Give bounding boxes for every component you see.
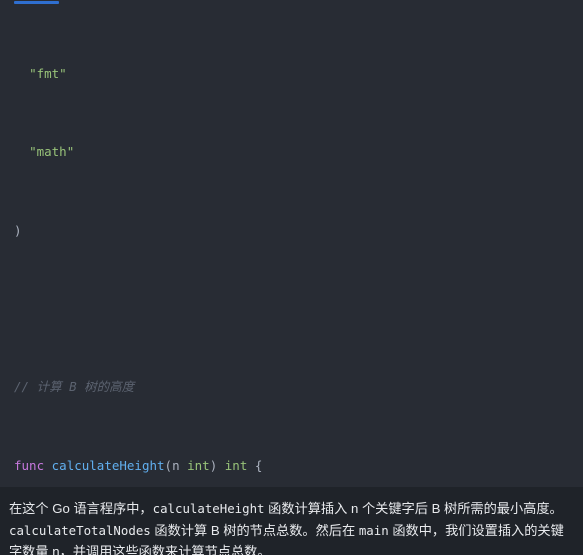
code-scrollbar-track[interactable] xyxy=(0,0,583,5)
explanation-text-2: 函数计算 B 树的节点总数。然后在 xyxy=(150,522,359,538)
inline-code-calculateheight: calculateHeight xyxy=(152,501,265,516)
code-block[interactable]: "fmt" "math" ) // 计算 B 树的高度 func calcula… xyxy=(0,5,583,487)
code-line: func calculateHeight(n int) int { xyxy=(14,457,263,473)
explanation-paragraph: 在这个 Go 语言程序中，calculateHeight 函数计算插入 n 个关… xyxy=(9,498,574,555)
import-close-paren: ) xyxy=(14,222,22,238)
code-scrollbar-thumb[interactable] xyxy=(14,1,59,4)
explanation-text-1: 函数计算插入 n 个关键字后 B 树所需的最小高度。 xyxy=(264,501,563,516)
code-line: // 计算 B 树的高度 xyxy=(14,377,571,397)
code-line: "math" xyxy=(14,142,571,162)
string-literal-fmt: "fmt" xyxy=(29,65,67,81)
inline-code-main: main xyxy=(358,522,389,538)
comment-calculate-height: // 计算 B 树的高度 xyxy=(14,379,135,395)
inline-code-calculatetotalnodes: calculateTotalNodes xyxy=(9,522,151,538)
code-line: "fmt" xyxy=(14,64,571,84)
explanation-panel: 在这个 Go 语言程序中，calculateHeight 函数计算插入 n 个关… xyxy=(0,487,583,555)
code-answer-view: "fmt" "math" ) // 计算 B 树的高度 func calcula… xyxy=(0,0,583,555)
func-name-calculateheight: calculateHeight xyxy=(51,457,165,473)
code-line: ) xyxy=(14,221,571,241)
string-literal-math: "math" xyxy=(29,144,75,160)
explanation-text-0: 在这个 Go 语言程序中， xyxy=(9,501,153,516)
